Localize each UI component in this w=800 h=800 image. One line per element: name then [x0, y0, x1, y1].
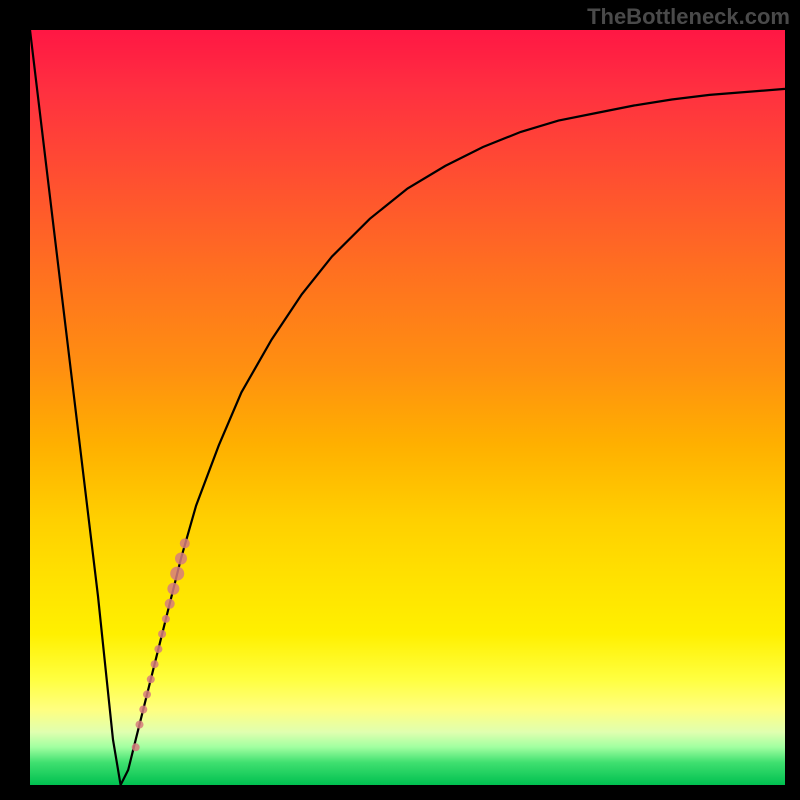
highlight-dot: [132, 743, 140, 751]
chart-svg: [30, 30, 785, 785]
highlight-dot: [154, 645, 162, 653]
highlight-dot: [147, 675, 155, 683]
watermark-text: TheBottleneck.com: [587, 4, 790, 30]
highlight-dot: [143, 690, 151, 698]
highlight-dot: [158, 630, 166, 638]
highlight-dot: [162, 615, 170, 623]
highlight-dot: [175, 553, 187, 565]
highlight-dot: [139, 706, 147, 714]
highlight-dot: [165, 599, 175, 609]
highlight-dot: [180, 538, 190, 548]
plot-area: [30, 30, 785, 785]
highlight-dot: [167, 583, 179, 595]
highlight-dot: [170, 567, 184, 581]
highlight-dot: [136, 721, 144, 729]
highlight-dot: [151, 660, 159, 668]
bottleneck-curve: [30, 30, 785, 785]
